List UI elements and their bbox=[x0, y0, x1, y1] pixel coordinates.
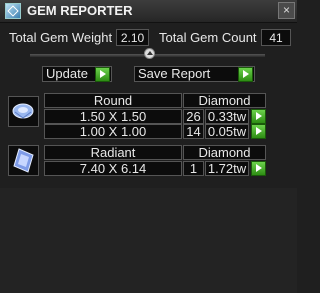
radiant-diamond-icon bbox=[8, 145, 39, 176]
gem-group-radiant: Radiant Diamond 7.40 X 6.14 1 1.72tw bbox=[5, 145, 291, 181]
save-report-button[interactable]: Save Report bbox=[134, 66, 255, 82]
collapse-toggle-icon[interactable] bbox=[144, 48, 155, 59]
row-count: 1 bbox=[183, 161, 204, 176]
group-type: Diamond bbox=[183, 145, 266, 160]
radiant-diamond-icon bbox=[13, 148, 34, 173]
window-title: GEM REPORTER bbox=[27, 3, 133, 18]
total-weight-label: Total Gem Weight bbox=[9, 30, 113, 45]
update-button[interactable]: Update bbox=[42, 66, 112, 82]
row-count: 14 bbox=[183, 124, 204, 139]
green-arrow-icon[interactable] bbox=[251, 109, 266, 124]
row-size: 7.40 X 6.14 bbox=[44, 161, 182, 176]
row-size: 1.00 X 1.00 bbox=[44, 124, 182, 139]
row-weight: 0.05tw bbox=[205, 124, 249, 139]
row-count: 26 bbox=[183, 109, 204, 124]
total-count-value: 41 bbox=[261, 29, 291, 46]
green-arrow-icon bbox=[238, 67, 253, 82]
gem-group-round: Round Diamond 1.50 X 1.50 26 0.33tw 1.00… bbox=[5, 93, 291, 139]
gem-app-icon bbox=[5, 3, 21, 19]
total-weight-value: 2.10 bbox=[116, 29, 149, 46]
round-diamond-icon bbox=[12, 103, 34, 119]
close-icon[interactable]: × bbox=[278, 2, 295, 19]
green-arrow-icon[interactable] bbox=[251, 124, 266, 139]
update-button-label: Update bbox=[46, 66, 88, 81]
empty-list-area bbox=[0, 188, 297, 293]
green-arrow-icon bbox=[95, 67, 110, 82]
row-size: 1.50 X 1.50 bbox=[44, 109, 182, 124]
title-bar: GEM REPORTER × bbox=[0, 0, 297, 23]
row-weight: 1.72tw bbox=[205, 161, 249, 176]
total-count-label: Total Gem Count bbox=[159, 30, 257, 45]
group-shape: Round bbox=[44, 93, 182, 108]
save-report-label: Save Report bbox=[138, 66, 211, 81]
group-type: Diamond bbox=[183, 93, 266, 108]
green-arrow-icon[interactable] bbox=[251, 161, 266, 176]
row-weight: 0.33tw bbox=[205, 109, 249, 124]
round-diamond-icon bbox=[8, 96, 39, 127]
group-shape: Radiant bbox=[44, 145, 182, 160]
